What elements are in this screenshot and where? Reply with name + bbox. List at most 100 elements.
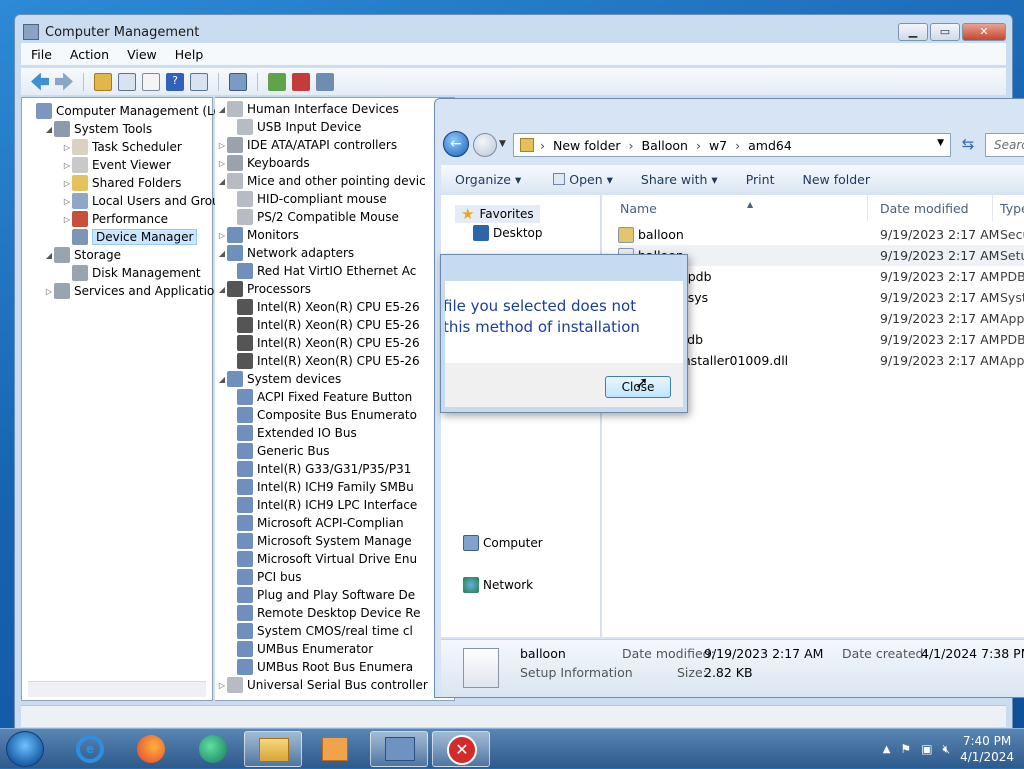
start-button[interactable]	[6, 731, 44, 767]
device-tree-item[interactable]: PS/2 Compatible Mouse	[237, 208, 399, 226]
taskbar-computer-management[interactable]	[370, 731, 428, 767]
device-tree-item[interactable]: ◢ Mice and other pointing devic	[217, 172, 426, 190]
refresh-icon[interactable]: ⇆	[957, 135, 979, 155]
device-tree-item[interactable]: Intel(R) Xeon(R) CPU E5-26	[237, 334, 420, 352]
expand-toggle-icon[interactable]: ◢	[217, 375, 227, 384]
device-tree-item[interactable]: Intel(R) Xeon(R) CPU E5-26	[237, 298, 420, 316]
help-icon[interactable]: ?	[166, 72, 184, 91]
expand-toggle-icon[interactable]: ◢	[217, 105, 227, 114]
console-tree-item[interactable]: ▷ Performance	[62, 210, 168, 228]
recent-pages-chevron-icon[interactable]: ▼	[499, 139, 506, 149]
taskbar-firefox[interactable]	[122, 731, 180, 767]
device-tree-item[interactable]: ACPI Fixed Feature Button	[237, 388, 412, 406]
device-tree-item[interactable]: ▷ IDE ATA/ATAPI controllers	[217, 136, 397, 154]
share-with-button[interactable]: Share with ▾	[627, 172, 732, 187]
device-tree-item[interactable]: System CMOS/real time cl	[237, 622, 413, 640]
expand-toggle-icon[interactable]: ▷	[44, 287, 54, 296]
address-dropdown-icon[interactable]: ▼	[937, 138, 944, 148]
print-button[interactable]: Print	[732, 172, 789, 187]
clock[interactable]: 7:40 PM 4/1/2024	[960, 733, 1014, 765]
expand-toggle-icon[interactable]: ◢	[44, 125, 54, 134]
device-tree-item[interactable]: Plug and Play Software De	[237, 586, 415, 604]
expand-toggle-icon[interactable]: ▷	[217, 681, 227, 690]
device-tree-item[interactable]: Intel(R) Xeon(R) CPU E5-26	[237, 316, 420, 334]
expand-toggle-icon[interactable]: ◢	[217, 177, 227, 186]
action-center-flag-icon[interactable]: ⚑	[900, 742, 911, 756]
forward-arrow-icon[interactable]	[55, 72, 73, 91]
console-tree-item[interactable]: ▷ Services and Applications	[44, 282, 228, 300]
menu-action[interactable]: Action	[70, 47, 109, 62]
file-row[interactable]: balloon 9/19/2023 2:17 AMSecu	[618, 224, 1024, 245]
console-tree-item[interactable]: Computer Management (Local	[26, 102, 238, 120]
device-tree-item[interactable]: ▷ Keyboards	[217, 154, 310, 172]
device-tree-item[interactable]: Microsoft Virtual Drive Enu	[237, 550, 417, 568]
device-tree-item[interactable]: Microsoft System Manage	[237, 532, 412, 550]
update-driver-icon[interactable]	[268, 72, 286, 91]
breadcrumb-balloon[interactable]: Balloon	[642, 138, 688, 153]
device-tree-item[interactable]: ◢ System devices	[217, 370, 341, 388]
back-arrow-icon[interactable]	[31, 72, 49, 91]
taskbar-edge[interactable]	[184, 731, 242, 767]
back-button[interactable]: ←	[443, 131, 469, 157]
close-button[interactable]: ✕	[962, 23, 1006, 41]
view-icon[interactable]	[190, 72, 208, 91]
device-tree-item[interactable]: Intel(R) ICH9 LPC Interface	[237, 496, 417, 514]
expand-toggle-icon[interactable]: ▷	[217, 159, 227, 168]
menu-file[interactable]: File	[31, 47, 52, 62]
device-tree-item[interactable]: Intel(R) Xeon(R) CPU E5-26	[237, 352, 420, 370]
console-tree-item[interactable]: ▷ Task Scheduler	[62, 138, 182, 156]
device-tree-item[interactable]: UMBus Enumerator	[237, 640, 373, 658]
expand-toggle-icon[interactable]: ▷	[217, 231, 227, 240]
console-tree-item[interactable]: ◢ System Tools	[44, 120, 152, 138]
taskbar-explorer[interactable]	[244, 731, 302, 767]
console-tree-item[interactable]: Device Manager	[62, 228, 198, 246]
show-hidden-icons-chevron[interactable]: ▲	[883, 744, 891, 755]
breadcrumb-w7[interactable]: w7	[709, 138, 727, 153]
device-tree-item[interactable]: Extended IO Bus	[237, 424, 357, 442]
scan-hardware-icon[interactable]	[229, 72, 247, 91]
device-tree-item[interactable]: ▷ Monitors	[217, 226, 299, 244]
forward-button[interactable]	[473, 133, 497, 157]
device-tree-item[interactable]: USB Input Device	[237, 118, 361, 136]
device-tree-item[interactable]: HID-compliant mouse	[237, 190, 387, 208]
expand-toggle-icon[interactable]: ▷	[62, 161, 72, 170]
expand-toggle-icon[interactable]: ▷	[62, 197, 72, 206]
open-button[interactable]: Open ▾	[535, 172, 627, 187]
device-tree-item[interactable]: Red Hat VirtIO Ethernet Ac	[237, 262, 416, 280]
organize-button[interactable]: Organize ▾	[441, 172, 535, 187]
device-tree-item[interactable]: Intel(R) ICH9 Family SMBu	[237, 478, 414, 496]
nav-computer[interactable]: Computer	[463, 535, 543, 551]
show-hide-tree-icon[interactable]	[118, 72, 136, 91]
uninstall-icon[interactable]	[292, 72, 310, 91]
console-tree-item[interactable]: Disk Management	[62, 264, 201, 282]
device-tree-item[interactable]: ◢ Network adapters	[217, 244, 354, 262]
column-name[interactable]: Name	[620, 195, 657, 221]
device-tree-item[interactable]: UMBus Root Bus Enumera	[237, 658, 413, 676]
maximize-button[interactable]: ▭	[930, 23, 960, 41]
device-tree-item[interactable]: ▷ Universal Serial Bus controller	[217, 676, 428, 694]
breadcrumb-new-folder[interactable]: New folder	[553, 138, 621, 153]
nav-favorites[interactable]: ★ Favorites	[455, 205, 540, 223]
search-box[interactable]: Search	[985, 133, 1024, 157]
device-tree-item[interactable]: Generic Bus	[237, 442, 329, 460]
expand-toggle-icon[interactable]: ◢	[217, 249, 227, 258]
expand-toggle-icon[interactable]: ◢	[217, 285, 227, 294]
column-type[interactable]: Type	[1000, 195, 1024, 221]
console-tree-item[interactable]: ▷ Local Users and Groups	[62, 192, 234, 210]
expand-toggle-icon[interactable]: ◢	[44, 251, 54, 260]
column-date-modified[interactable]: Date modified	[880, 195, 969, 221]
address-bar[interactable]: › New folder › Balloon › w7 › amd64 ▼	[513, 133, 951, 157]
device-tree-item[interactable]: ◢ Human Interface Devices	[217, 100, 399, 118]
taskbar-internet-explorer[interactable]: e	[62, 731, 120, 767]
minimize-button[interactable]: ▁	[898, 23, 928, 41]
expand-toggle-icon[interactable]: ▷	[62, 143, 72, 152]
menu-help[interactable]: Help	[175, 47, 204, 62]
console-tree-item[interactable]: ▷ Shared Folders	[62, 174, 181, 192]
volume-muted-icon[interactable]: 🔇︎	[943, 742, 951, 757]
device-tree-item[interactable]: Intel(R) G33/G31/P35/P31	[237, 460, 411, 478]
new-folder-button[interactable]: New folder	[788, 172, 884, 187]
network-tray-icon[interactable]: ▣	[921, 742, 932, 756]
up-folder-icon[interactable]	[94, 72, 112, 91]
breadcrumb-amd64[interactable]: amd64	[748, 138, 792, 153]
taskbar-media-player[interactable]	[306, 731, 364, 767]
